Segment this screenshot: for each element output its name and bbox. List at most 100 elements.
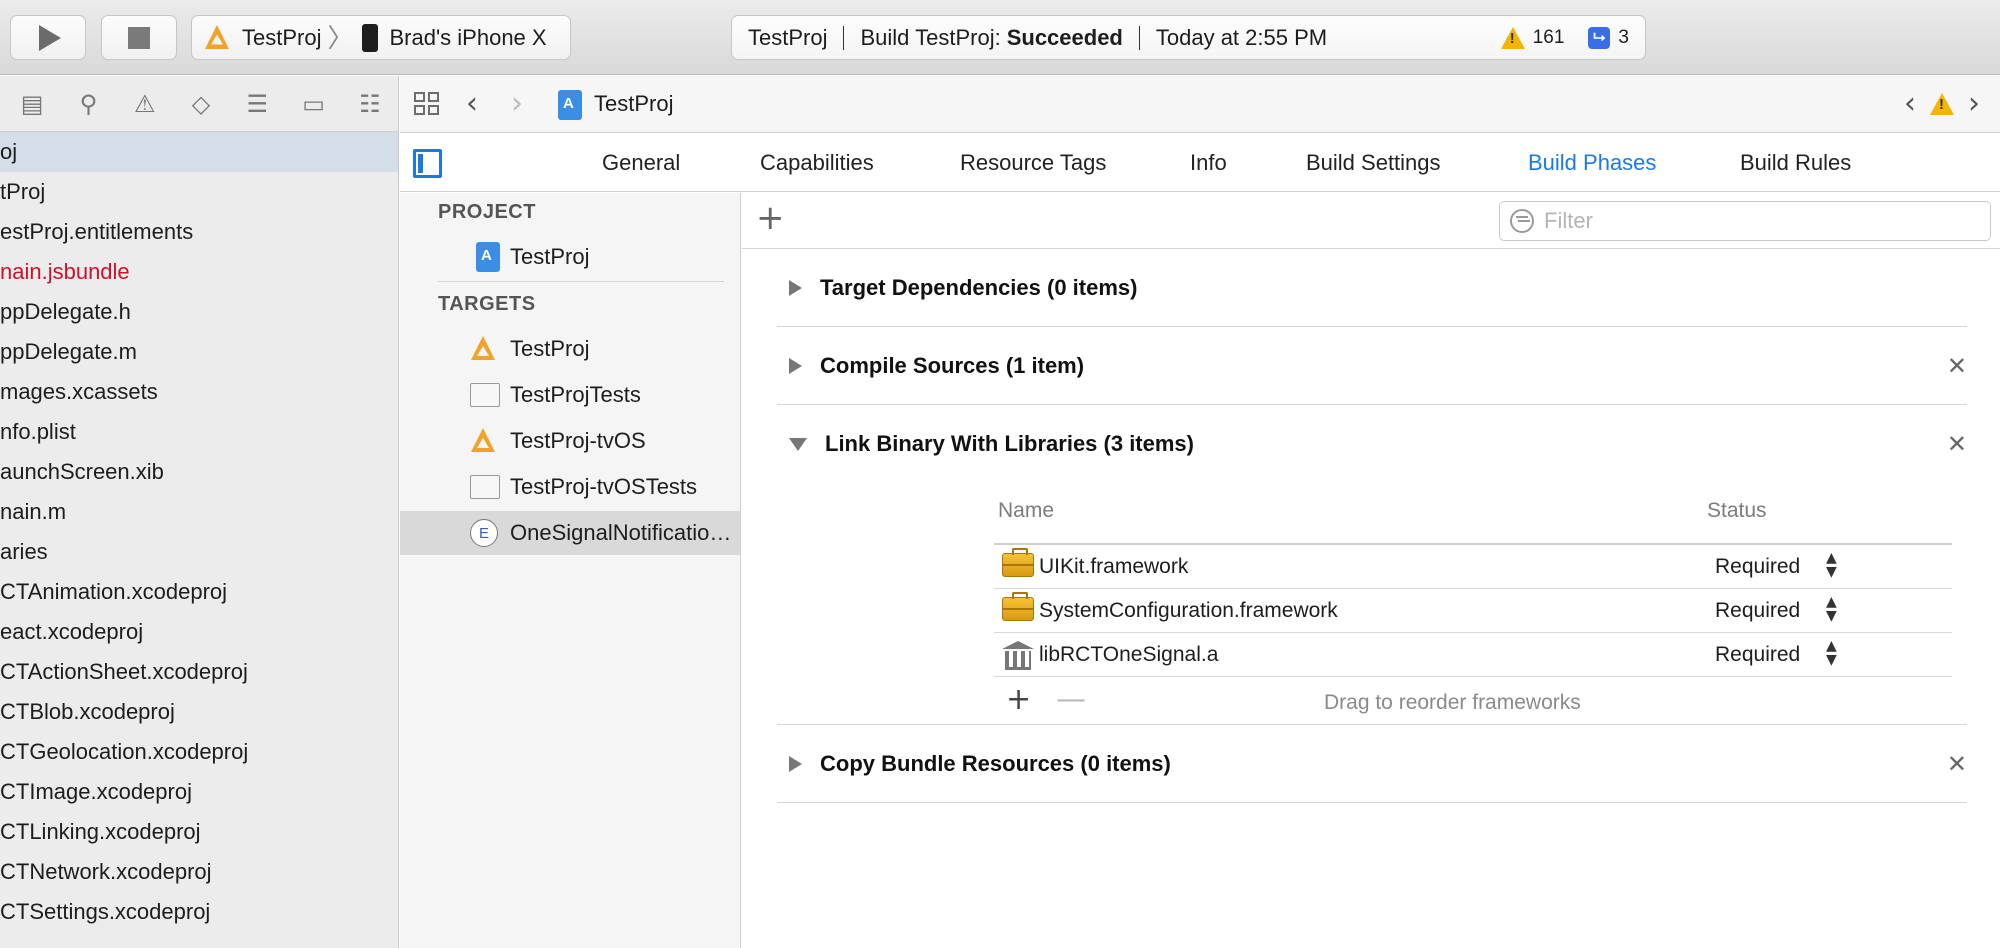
tab-general[interactable]: General (602, 150, 680, 176)
tab-resource-tags[interactable]: Resource Tags (960, 150, 1106, 176)
warnings-count[interactable]: 161 (1533, 27, 1565, 49)
phase-header[interactable]: Target Dependencies (0 items) (777, 249, 1967, 327)
scheme-project[interactable]: TestProj (242, 25, 321, 51)
table-row[interactable]: UIKit.framework Required ▲ ▼ (994, 545, 1952, 589)
issues-count[interactable]: 3 (1618, 27, 1629, 49)
status-popup[interactable]: Required (1715, 599, 1800, 623)
file-tree-item[interactable]: aries (0, 532, 398, 572)
scheme-selector[interactable]: TestProj 〉 Brad's iPhone X (191, 15, 571, 60)
file-tree-item[interactable]: CTBlob.xcodeproj (0, 692, 398, 732)
file-tree-item[interactable]: aunchScreen.xib (0, 452, 398, 492)
stop-button[interactable] (101, 15, 177, 60)
status-popup[interactable]: Required (1715, 643, 1800, 667)
disclosure-triangle-icon[interactable] (789, 437, 807, 451)
file-tree-item[interactable]: nfo.plist (0, 412, 398, 452)
filter-field[interactable] (1499, 201, 1991, 241)
add-phase-button[interactable]: + (756, 201, 785, 235)
project-navigator-icon[interactable]: ▤ (4, 90, 60, 118)
file-tree-item[interactable]: nain.m (0, 492, 398, 532)
tab-build-settings[interactable]: Build Settings (1306, 150, 1441, 176)
table-header: Name Status (994, 483, 1952, 545)
file-tree-item[interactable]: CTAnimation.xcodeproj (0, 572, 398, 612)
library-name: SystemConfiguration.framework (1039, 599, 1338, 622)
file-tree-item[interactable]: ppDelegate.m (0, 332, 398, 372)
phase-header[interactable]: Link Binary With Libraries (3 items) ✕ (777, 405, 1967, 483)
disclosure-triangle-icon[interactable] (789, 280, 802, 296)
status-popup[interactable]: Required (1715, 555, 1800, 579)
libraries-table: Name Status UIKit.framework Required ▲ ▼ … (994, 483, 1952, 727)
phase-title: Target Dependencies (0 items) (820, 275, 1138, 300)
file-tree-item[interactable]: CTSettings.xcodeproj (0, 892, 398, 932)
find-navigator-icon[interactable]: ⚲ (60, 90, 116, 118)
report-navigator-icon[interactable]: ☷ (342, 90, 398, 118)
library-icon (1002, 641, 1034, 671)
file-tree-item[interactable]: tProj (0, 172, 398, 212)
divider (843, 25, 845, 50)
test-navigator-icon[interactable]: ◇ (173, 90, 229, 118)
library-name: libRCTOneSignal.a (1039, 643, 1219, 666)
chevron-updown-icon[interactable]: ▲ ▼ (1826, 551, 1837, 579)
issue-navigator-icon[interactable]: ⚠ (117, 90, 173, 118)
file-tree-item[interactable]: mages.xcassets (0, 372, 398, 412)
file-tree-item[interactable]: CTGeolocation.xcodeproj (0, 732, 398, 772)
next-issue-icon[interactable]: › (1968, 89, 1980, 119)
target-item-testproj-tvos[interactable]: TestProj-tvOS (400, 419, 740, 463)
file-tree-item[interactable]: oj (0, 132, 398, 172)
file-tree-item[interactable]: estProj.entitlements (0, 212, 398, 252)
phase-header[interactable]: Compile Sources (1 item) ✕ (777, 327, 1967, 405)
table-row[interactable]: SystemConfiguration.framework Required ▲… (994, 589, 1952, 633)
target-label: TestProj (510, 336, 590, 361)
tab-build-rules[interactable]: Build Rules (1740, 150, 1851, 176)
column-header-name[interactable]: Name (998, 499, 1054, 523)
run-button[interactable] (10, 15, 86, 60)
remove-library-button[interactable]: — (1056, 685, 1086, 715)
file-tree-item[interactable]: CTLinking.xcodeproj (0, 812, 398, 852)
file-tree-item[interactable]: CTNetwork.xcodeproj (0, 852, 398, 892)
chevron-updown-icon[interactable]: ▲ ▼ (1826, 595, 1837, 623)
divider (1138, 25, 1140, 50)
phase-header[interactable]: Copy Bundle Resources (0 items) ✕ (777, 725, 1967, 803)
file-tree-item[interactable]: CTImage.xcodeproj (0, 772, 398, 812)
scheme-device[interactable]: Brad's iPhone X (390, 25, 547, 51)
sidebar-toggle-icon[interactable] (413, 149, 442, 178)
phase-link-binary: Link Binary With Libraries (3 items) ✕ N… (777, 405, 1967, 725)
table-row[interactable]: libRCTOneSignal.a Required ▲ ▼ (994, 633, 1952, 677)
close-icon[interactable]: ✕ (1947, 750, 1967, 778)
file-tree-item[interactable]: nain.jsbundle (0, 252, 398, 292)
file-tree-item[interactable]: eact.xcodeproj (0, 612, 398, 652)
breadcrumb[interactable]: TestProj (594, 91, 673, 117)
back-chevron-icon[interactable]: ‹ (466, 89, 478, 119)
project-item[interactable]: TestProj (400, 235, 740, 279)
file-tree-item[interactable]: ppDelegate.h (0, 292, 398, 332)
issues-summary[interactable]: 161 ⮡ 3 (1500, 26, 1629, 49)
target-item-testproj-tvostests[interactable]: TestProj-tvOSTests (400, 465, 740, 509)
chevron-updown-icon[interactable]: ▲ ▼ (1826, 639, 1837, 667)
target-item-onesignal[interactable]: E OneSignalNotificatio… (400, 511, 740, 555)
warning-icon[interactable] (1930, 93, 1954, 115)
activity-viewer: TestProj Build TestProj: Succeeded Today… (731, 15, 1646, 60)
disclosure-triangle-icon[interactable] (789, 756, 802, 772)
tab-build-phases[interactable]: Build Phases (1528, 150, 1656, 176)
breakpoint-navigator-icon[interactable]: ▭ (285, 90, 341, 118)
column-header-status[interactable]: Status (1707, 499, 1767, 523)
target-item-testproj[interactable]: TestProj (400, 327, 740, 371)
related-items-icon[interactable] (414, 92, 442, 118)
close-icon[interactable]: ✕ (1947, 352, 1967, 380)
disclosure-triangle-icon[interactable] (789, 358, 802, 374)
previous-issue-icon[interactable]: ‹ (1904, 89, 1916, 119)
file-tree-item[interactable]: CTActionSheet.xcodeproj (0, 652, 398, 692)
extension-icon: E (470, 519, 498, 547)
filter-input[interactable] (1544, 208, 1984, 234)
tab-info[interactable]: Info (1190, 150, 1227, 176)
forward-chevron-icon[interactable]: › (511, 89, 523, 119)
add-library-button[interactable]: + (1006, 685, 1031, 715)
close-icon[interactable]: ✕ (1947, 430, 1967, 458)
target-item-testprojtests[interactable]: TestProjTests (400, 373, 740, 417)
tab-capabilities[interactable]: Capabilities (760, 150, 874, 176)
toolbar: TestProj 〉 Brad's iPhone X TestProj Buil… (0, 0, 2000, 75)
build-phases-editor: + Target Dependencies (0 items) Compile … (742, 193, 2000, 948)
project-file-icon (558, 90, 582, 120)
debug-navigator-icon[interactable]: ☰ (229, 90, 285, 118)
target-label: OneSignalNotificatio… (510, 520, 732, 545)
phase-compile-sources: Compile Sources (1 item) ✕ (777, 327, 1967, 405)
